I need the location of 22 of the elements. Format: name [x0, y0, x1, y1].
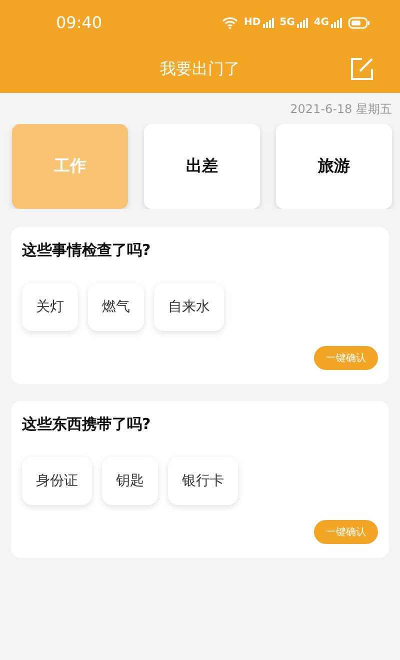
checklist-item[interactable]: 身份证: [22, 457, 92, 505]
category-tab[interactable]: 旅游: [276, 124, 392, 209]
battery-icon: [348, 16, 370, 28]
checklist-item[interactable]: 自来水: [154, 283, 224, 331]
category-tab[interactable]: 出差: [144, 124, 260, 209]
page-title: 我要出门了: [160, 58, 240, 80]
network-label: 4G: [314, 17, 329, 28]
checklist-item[interactable]: 银行卡: [168, 457, 238, 505]
signal-icon: [331, 18, 342, 28]
checklist-item[interactable]: 关灯: [22, 283, 78, 331]
checklist-item[interactable]: 燃气: [88, 283, 144, 331]
status-time: 09:40: [56, 13, 102, 32]
checklist-item[interactable]: 钥匙: [102, 457, 158, 505]
section-title: 这些东西携带了吗?: [22, 415, 152, 434]
network-label: 5G: [280, 17, 295, 28]
wifi-icon: [222, 16, 238, 28]
signal-icon: [296, 18, 308, 28]
signal-icon: [262, 18, 274, 28]
date-text: 2021-6-18 星期五: [289, 101, 393, 118]
edit-icon[interactable]: [350, 57, 374, 81]
section-title: 这些事情检查了吗?: [22, 241, 152, 260]
network-label: HD: [244, 17, 261, 28]
